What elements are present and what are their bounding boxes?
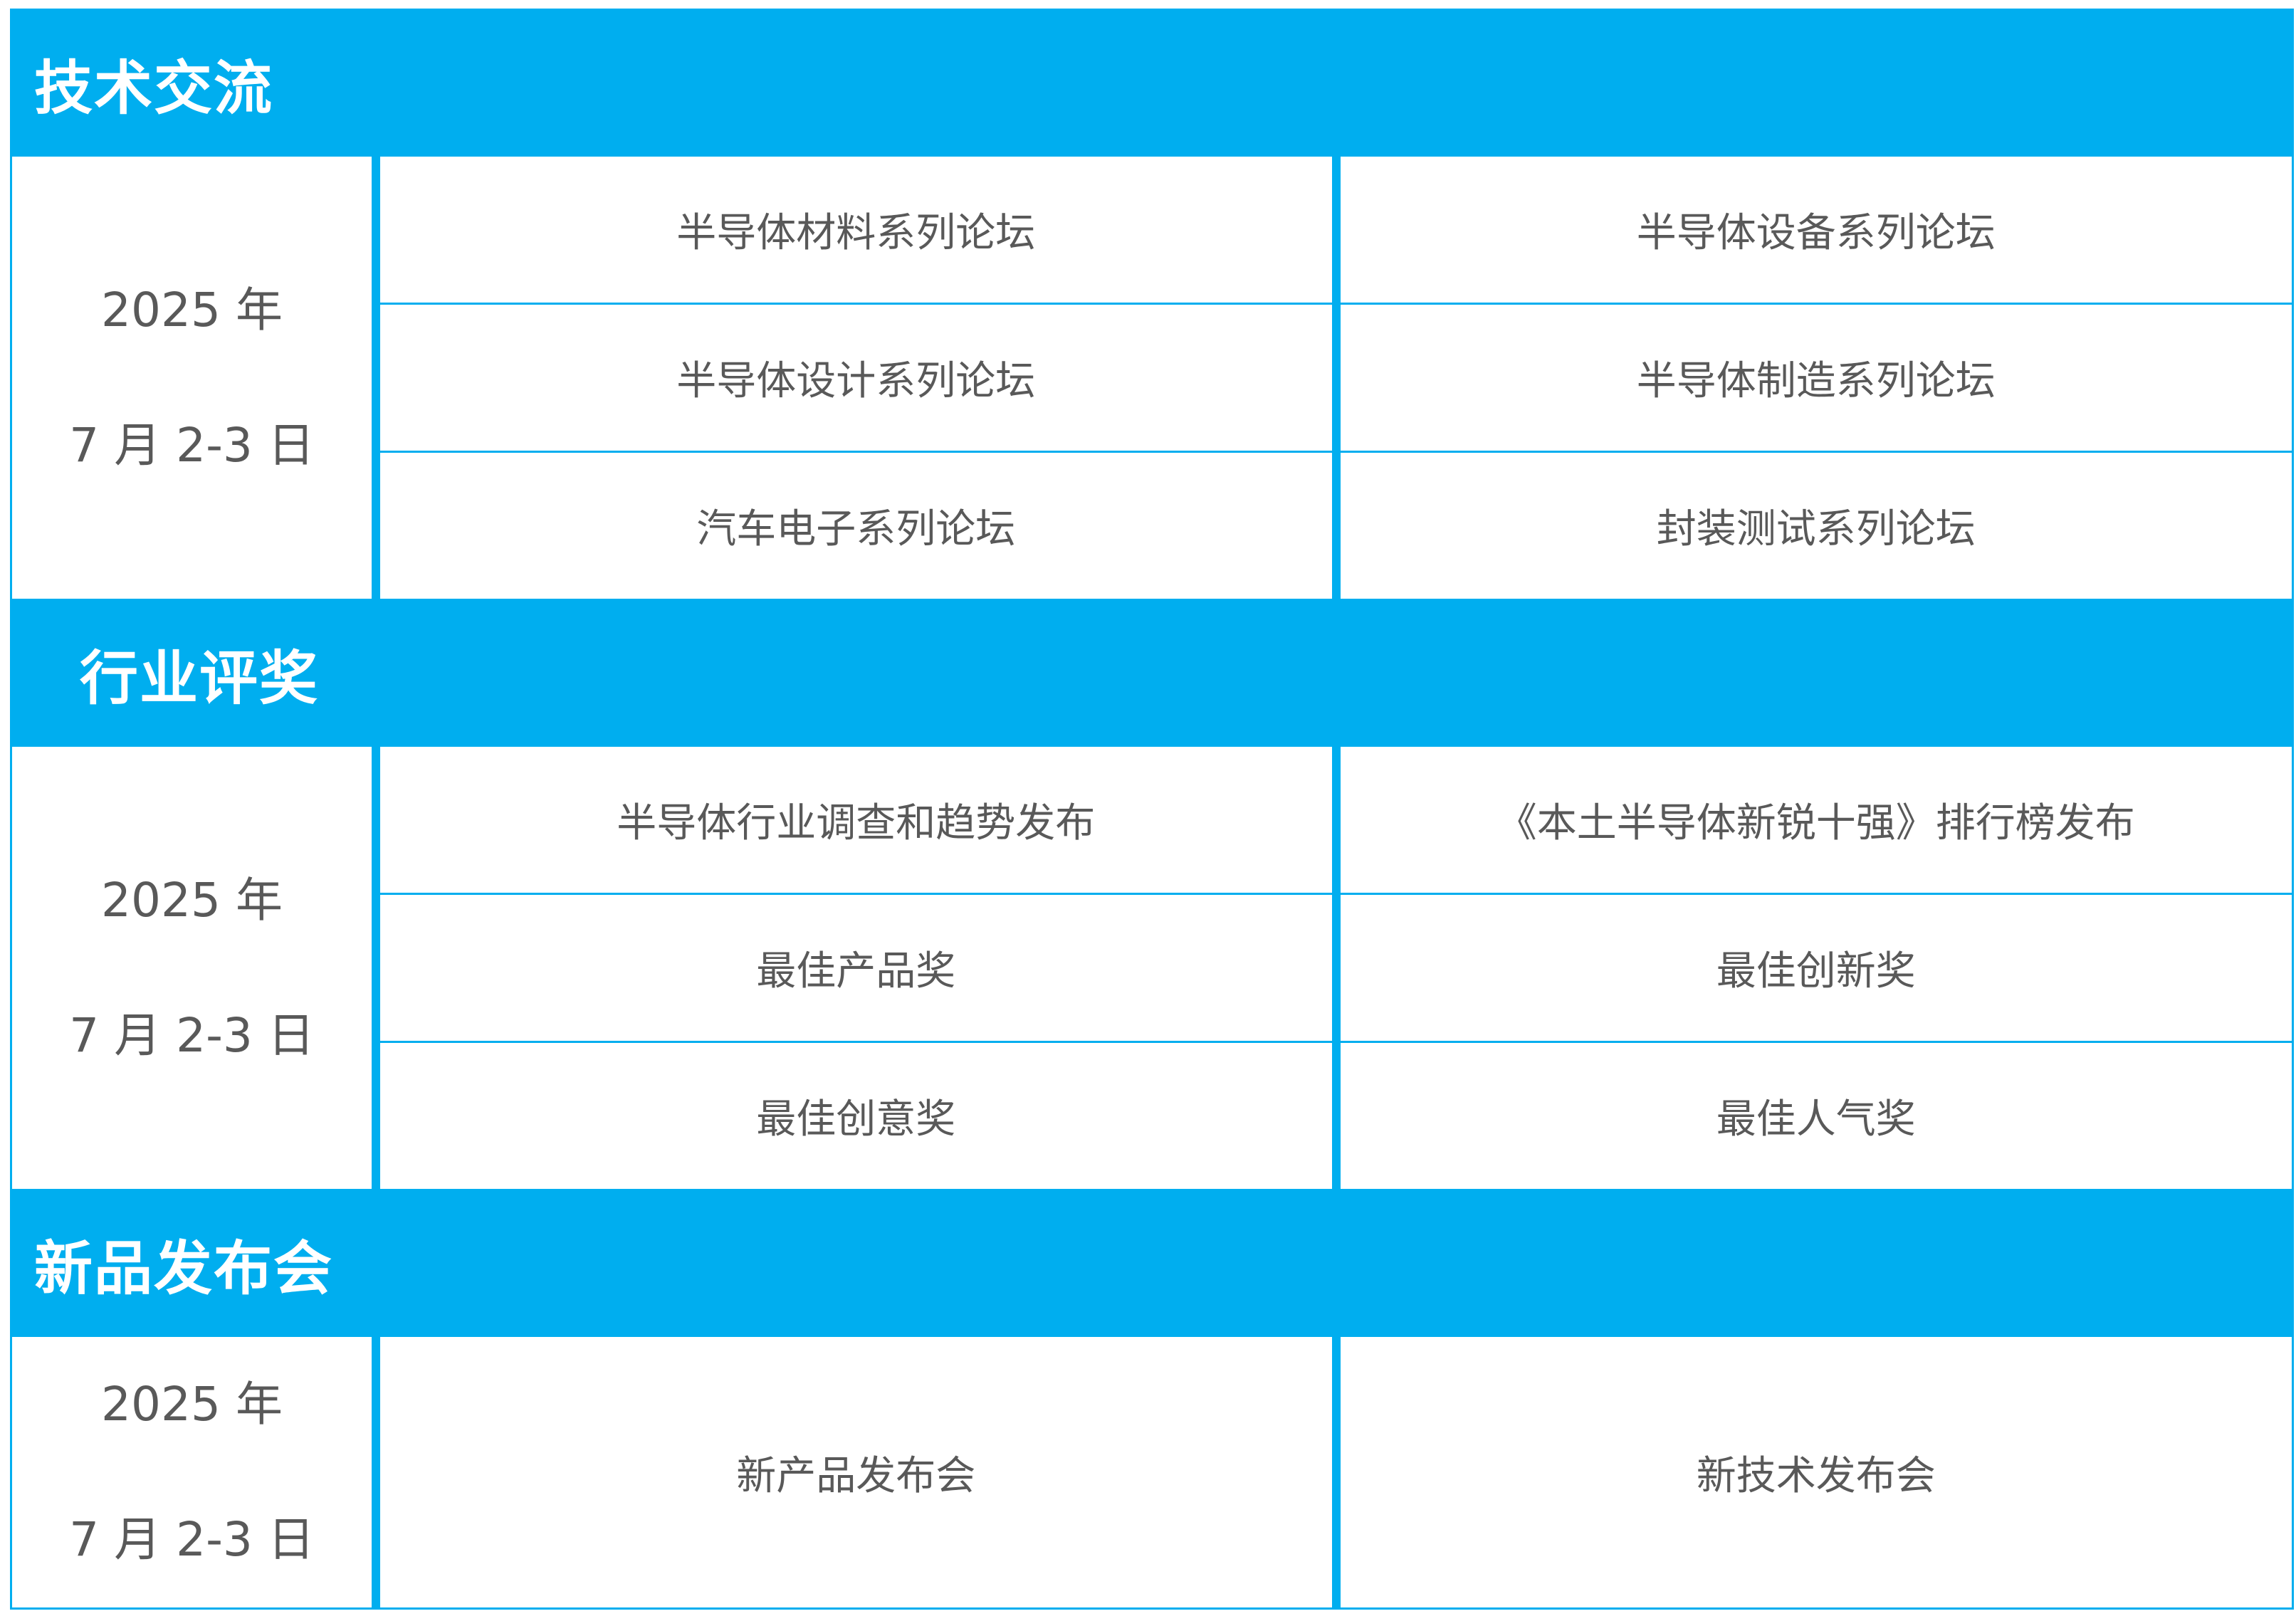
events-column-right: 半导体设备系列论坛 半导体制造系列论坛 封装测试系列论坛: [1340, 157, 2294, 599]
date-year: 2025 年: [101, 1377, 283, 1432]
event-item: 新技术发布会: [1696, 1452, 1936, 1499]
event-item: 半导体行业调查和趋势发布: [617, 800, 1096, 846]
date-days: 7 月 2-3 日: [69, 1007, 315, 1063]
event-schedule-table: 技术交流 2025 年 7 月 2-3 日 半导体材料系列论坛 半导体设计系列论…: [10, 9, 2294, 1610]
event-item: 半导体设计系列论坛: [380, 303, 1332, 451]
section-body-tech-exchange: 2025 年 7 月 2-3 日 半导体材料系列论坛 半导体设计系列论坛 汽车电…: [10, 157, 2294, 599]
event-item: 《本土半导体新锐十强》排行榜发布: [1496, 800, 2135, 846]
event-item: 半导体材料系列论坛: [676, 210, 1036, 256]
section-title: 新品发布会: [34, 1234, 334, 1303]
event-item: 最佳产品奖: [380, 893, 1332, 1041]
events-column-right: 《本土半导体新锐十强》排行榜发布 最佳创新奖 最佳人气奖: [1340, 747, 2294, 1189]
date-cell: 2025 年 7 月 2-3 日: [10, 747, 380, 1189]
date-days: 7 月 2-3 日: [69, 417, 315, 473]
event-item: 半导体制造系列论坛: [1340, 303, 2292, 451]
event-item: 最佳创意奖: [380, 1041, 1332, 1189]
section-body-product-launch: 2025 年 7 月 2-3 日 新产品发布会 新技术发布会: [10, 1337, 2294, 1610]
section-body-industry-awards: 2025 年 7 月 2-3 日 半导体行业调查和趋势发布 最佳产品奖 最佳创意…: [10, 747, 2294, 1189]
events-column-left: 新产品发布会: [380, 1337, 1341, 1607]
event-item: 汽车电子系列论坛: [380, 451, 1332, 599]
date-cell: 2025 年 7 月 2-3 日: [10, 157, 380, 599]
events-column-left: 半导体行业调查和趋势发布 最佳产品奖 最佳创意奖: [380, 747, 1341, 1189]
section-header-product-launch: 新品发布会: [10, 1189, 2294, 1337]
events-column-left: 半导体材料系列论坛 半导体设计系列论坛 汽车电子系列论坛: [380, 157, 1341, 599]
section-header-industry-awards: 行业评奖: [10, 599, 2294, 747]
event-item: 最佳人气奖: [1340, 1041, 2292, 1189]
event-item: 新产品发布会: [736, 1452, 976, 1499]
event-item: 最佳创新奖: [1340, 893, 2292, 1041]
date-year: 2025 年: [101, 872, 283, 928]
section-header-tech-exchange: 技术交流: [10, 9, 2294, 157]
section-title: 行业评奖: [80, 644, 320, 713]
event-item: 封装测试系列论坛: [1340, 451, 2292, 599]
event-item: 半导体设备系列论坛: [1636, 210, 1996, 256]
date-days: 7 月 2-3 日: [69, 1512, 315, 1567]
date-cell: 2025 年 7 月 2-3 日: [10, 1337, 380, 1607]
events-column-right: 新技术发布会: [1341, 1337, 2294, 1607]
date-year: 2025 年: [101, 282, 283, 337]
section-title: 技术交流: [34, 54, 274, 122]
